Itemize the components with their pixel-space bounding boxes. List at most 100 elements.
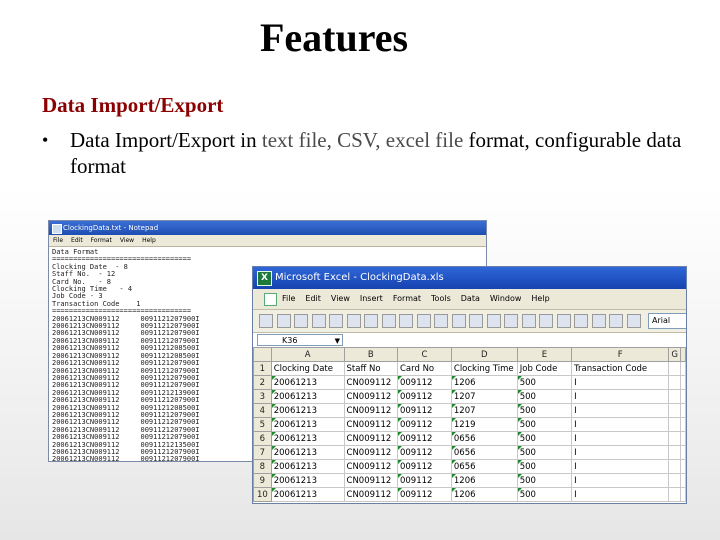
cell[interactable]: [680, 389, 686, 404]
cell[interactable]: CN009112: [343, 473, 398, 488]
excel-menu-edit[interactable]: Edit: [305, 294, 321, 303]
cell[interactable]: 500: [516, 445, 573, 460]
excel-menu-data[interactable]: Data: [461, 294, 480, 303]
cell[interactable]: I: [571, 431, 670, 446]
cell[interactable]: 0656: [450, 445, 518, 460]
cell[interactable]: I: [571, 473, 670, 488]
excel-menu-window[interactable]: Window: [490, 294, 522, 303]
cell[interactable]: 009112: [396, 375, 452, 390]
cell[interactable]: [680, 431, 686, 446]
save-icon[interactable]: [311, 314, 326, 328]
cell[interactable]: [680, 403, 686, 418]
row-header[interactable]: 5: [253, 417, 272, 432]
notepad-menu-edit[interactable]: Edit: [71, 237, 83, 244]
cell[interactable]: [668, 361, 681, 376]
row-header[interactable]: 7: [253, 445, 272, 460]
cell[interactable]: I: [571, 445, 670, 460]
row-header[interactable]: 6: [253, 431, 272, 446]
cell[interactable]: [668, 487, 681, 502]
row-header[interactable]: 9: [253, 473, 272, 488]
notepad-menu-format[interactable]: Format: [91, 237, 112, 244]
cell[interactable]: I: [571, 459, 670, 474]
cell[interactable]: 009112: [396, 459, 452, 474]
cell[interactable]: 20061213: [270, 445, 345, 460]
cell[interactable]: 009112: [396, 473, 452, 488]
cell[interactable]: [668, 403, 681, 418]
cell[interactable]: 009112: [396, 431, 452, 446]
mail-icon[interactable]: [329, 314, 343, 328]
research-icon[interactable]: [399, 314, 413, 328]
cell[interactable]: 009112: [396, 445, 452, 460]
cell[interactable]: I: [571, 487, 670, 502]
undo-icon[interactable]: [486, 314, 501, 328]
cell[interactable]: 009112: [396, 403, 452, 418]
cell[interactable]: 0656: [450, 431, 518, 446]
cell[interactable]: CN009112: [343, 487, 398, 502]
cell[interactable]: 1206: [450, 375, 518, 390]
cell[interactable]: [680, 473, 686, 488]
column-header-b[interactable]: B: [343, 347, 398, 362]
column-header-e[interactable]: E: [516, 347, 573, 362]
cell[interactable]: 500: [516, 487, 573, 502]
cell[interactable]: 1207: [450, 403, 518, 418]
new-icon[interactable]: [259, 314, 273, 328]
cell[interactable]: 500: [516, 417, 573, 432]
cell[interactable]: 20061213: [270, 375, 345, 390]
cell[interactable]: CN009112: [343, 403, 398, 418]
print-preview-icon[interactable]: [364, 314, 378, 328]
print-icon[interactable]: [346, 314, 361, 328]
cell[interactable]: [668, 473, 681, 488]
cell[interactable]: [668, 445, 681, 460]
notepad-menu-file[interactable]: File: [53, 237, 63, 244]
excel-menu-file[interactable]: File: [282, 294, 295, 303]
cell[interactable]: 500: [516, 403, 573, 418]
cell[interactable]: 1219: [450, 417, 518, 432]
cell[interactable]: CN009112: [343, 459, 398, 474]
help-icon[interactable]: [626, 314, 641, 328]
row-header[interactable]: 2: [253, 375, 272, 390]
cell[interactable]: 20061213: [270, 459, 345, 474]
permission-icon[interactable]: [294, 314, 308, 328]
cell[interactable]: 500: [516, 473, 573, 488]
cell[interactable]: Card No: [396, 361, 452, 376]
cell[interactable]: 500: [516, 459, 573, 474]
excel-menu-format[interactable]: Format: [393, 294, 421, 303]
cell[interactable]: Transaction Code: [571, 361, 670, 376]
cut-icon[interactable]: [416, 314, 431, 328]
cell[interactable]: 1206: [450, 473, 518, 488]
cell[interactable]: 20061213: [270, 431, 345, 446]
cell[interactable]: CN009112: [343, 375, 398, 390]
row-header[interactable]: 1: [253, 361, 272, 376]
cell[interactable]: Clocking Time: [450, 361, 518, 376]
row-header[interactable]: 8: [253, 459, 272, 474]
open-icon[interactable]: [276, 314, 291, 328]
cell[interactable]: 500: [516, 431, 573, 446]
column-header-f[interactable]: F: [571, 347, 670, 362]
select-all-corner[interactable]: [253, 347, 272, 362]
column-header-a[interactable]: A: [270, 347, 345, 362]
spelling-icon[interactable]: [381, 314, 396, 328]
cell[interactable]: 20061213: [270, 403, 345, 418]
cell[interactable]: CN009112: [343, 417, 398, 432]
cell[interactable]: I: [571, 389, 670, 404]
cell[interactable]: [680, 375, 686, 390]
cell[interactable]: [680, 417, 686, 432]
cell[interactable]: [680, 459, 686, 474]
cell[interactable]: [668, 375, 681, 390]
cell[interactable]: 500: [516, 375, 573, 390]
format-painter-icon[interactable]: [469, 314, 483, 328]
cell[interactable]: [680, 361, 686, 376]
cell[interactable]: [680, 487, 686, 502]
cell[interactable]: Staff No: [343, 361, 398, 376]
cell[interactable]: I: [571, 375, 670, 390]
copy-icon[interactable]: [434, 314, 448, 328]
cell[interactable]: CN009112: [343, 445, 398, 460]
excel-menu-insert[interactable]: Insert: [360, 294, 383, 303]
chart-icon[interactable]: [574, 314, 588, 328]
sort-icon[interactable]: [556, 314, 571, 328]
row-header[interactable]: 4: [253, 403, 272, 418]
cell[interactable]: 009112: [396, 487, 452, 502]
autosum-icon[interactable]: [539, 314, 553, 328]
cell[interactable]: 500: [516, 389, 573, 404]
cell[interactable]: 20061213: [270, 417, 345, 432]
